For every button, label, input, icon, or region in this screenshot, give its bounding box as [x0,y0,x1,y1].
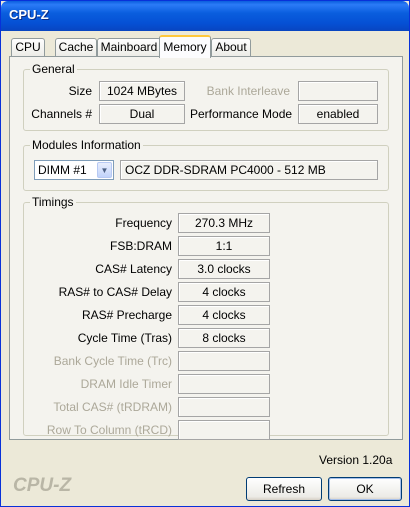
timing-value-cas-latency: 3.0 clocks [178,259,270,279]
channels-value: Dual [99,104,185,124]
timing-value-total-cas [178,397,270,417]
tab-about[interactable]: About [211,38,251,57]
size-value: 1024 MBytes [99,81,185,101]
performance-mode-value: enabled [298,104,378,124]
timing-value-ras-precharge: 4 clocks [178,305,270,325]
window-title: CPU-Z [9,7,49,22]
timing-label-bank-cycle-time: Bank Cycle Time (Trc) [53,354,172,368]
timing-label-cas-latency: CAS# Latency [95,262,172,276]
timing-label-ras-to-cas: RAS# to CAS# Delay [58,285,172,299]
refresh-button[interactable]: Refresh [246,477,322,501]
timing-label-total-cas: Total CAS# (tRDRAM) [53,400,172,414]
bank-interleave-value [298,81,378,101]
timing-label-fsb-dram: FSB:DRAM [109,239,172,253]
timing-value-cycle-time: 8 clocks [178,328,270,348]
timing-value-fsb-dram: 1:1 [178,236,270,256]
tab-cpu[interactable]: CPU [11,38,45,57]
modules-group-title: Modules Information [30,138,143,152]
timing-value-ras-to-cas: 4 clocks [178,282,270,302]
tab-strip: CPU Cache Mainboard Memory About [9,35,403,58]
timing-value-frequency: 270.3 MHz [178,213,270,233]
memory-tab-panel: General Size 1024 MBytes Bank Interleave… [9,56,403,440]
general-group-title: General [30,62,77,76]
title-bar[interactable]: CPU-Z [1,1,409,31]
timing-label-dram-idle-timer: DRAM Idle Timer [80,377,172,391]
ok-button[interactable]: OK [328,477,402,501]
tab-memory[interactable]: Memory [159,35,211,58]
module-description: OCZ DDR-SDRAM PC4000 - 512 MB [120,160,378,180]
tab-mainboard[interactable]: Mainboard [97,38,161,57]
timing-label-cycle-time: Cycle Time (Tras) [77,331,172,345]
timing-value-dram-idle-timer [178,374,270,394]
timing-value-row-to-column [178,420,270,440]
timing-label-row-to-column: Row To Column (tRCD) [46,423,172,437]
tab-cache[interactable]: Cache [55,38,97,57]
dimm-slot-selected: DIMM #1 [38,163,87,177]
chevron-down-icon[interactable]: ▼ [97,162,112,178]
timings-group-title: Timings [30,195,76,209]
timing-label-ras-precharge: RAS# Precharge [81,308,172,322]
version-label: Version 1.20a [319,453,393,467]
timing-label-frequency: Frequency [115,216,172,230]
bank-interleave-label: Bank Interleave [206,84,290,98]
cpuz-window: CPU-Z CPU Cache Mainboard Memory About G… [0,0,410,507]
size-label: Size [68,84,92,98]
timing-value-bank-cycle-time [178,351,270,371]
performance-mode-label: Performance Mode [190,107,293,121]
dimm-slot-select[interactable]: DIMM #1 ▼ [34,160,114,180]
channels-label: Channels # [31,107,92,121]
cpuz-brand-logo: CPU-Z [13,475,72,496]
